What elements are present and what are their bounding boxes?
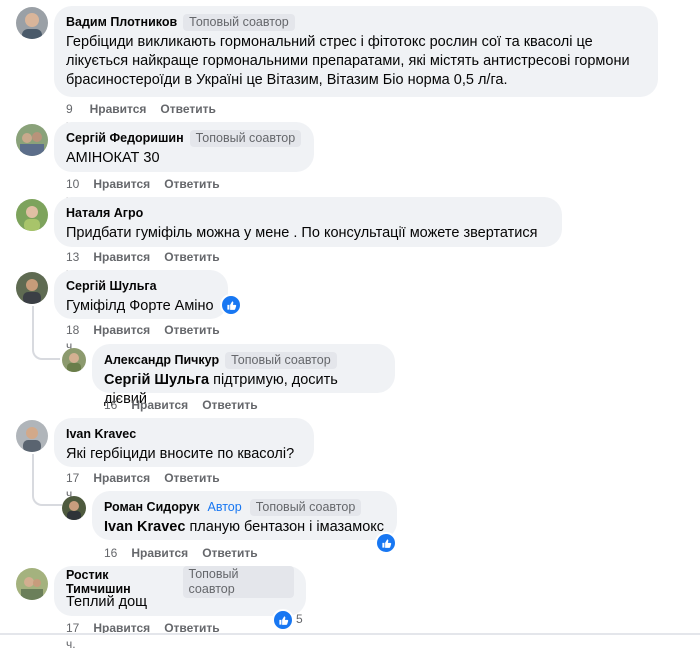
author-name[interactable]: Наталя Агро: [66, 206, 143, 220]
comment-bubble: Александр Пичкур Топовый соавтор Сергій …: [92, 344, 395, 407]
author-name[interactable]: Вадим Плотников: [66, 15, 177, 29]
comment-text: Ivan Kravec планую бентазон і імазамокс: [104, 519, 385, 535]
avatar[interactable]: [62, 496, 86, 520]
author-name[interactable]: Ростик Тимчишин: [66, 568, 177, 596]
like-button[interactable]: Нравится: [131, 397, 188, 413]
reply-button[interactable]: Ответить: [164, 176, 219, 192]
like-button[interactable]: Нравится: [93, 470, 150, 486]
avatar[interactable]: [16, 420, 48, 452]
like-button[interactable]: Нравится: [131, 545, 188, 561]
comment-text: АМІНОКАТ 30: [66, 150, 160, 166]
avatar[interactable]: [16, 199, 48, 231]
thread-connector: [32, 488, 62, 506]
top-contributor-badge: Топовый соавтор: [183, 13, 295, 31]
like-reaction-icon[interactable]: [375, 532, 397, 554]
like-button[interactable]: Нравится: [93, 322, 150, 338]
mention-link[interactable]: Сергій Шульга: [104, 372, 209, 388]
comment-bubble: Ростик Тимчишин Топовый соавтор Теплий д…: [54, 566, 306, 616]
comment-bubble: Сергій Федоришин Топовый соавтор АМІНОКА…: [54, 122, 314, 172]
reply-button[interactable]: Ответить: [202, 397, 257, 413]
like-button[interactable]: Нравится: [93, 176, 150, 192]
thread-connector: [32, 342, 60, 360]
author-name[interactable]: Ivan Kravec: [66, 427, 136, 441]
top-contributor-badge: Топовый соавтор: [182, 566, 294, 598]
reply-button[interactable]: Ответить: [202, 545, 257, 561]
avatar[interactable]: [16, 7, 48, 39]
comment-bubble: Вадим Плотников Топовый соавтор Гербіцид…: [54, 6, 658, 97]
avatar[interactable]: [16, 124, 48, 156]
timestamp[interactable]: 17 ч.: [66, 470, 79, 501]
author-name[interactable]: Сергій Федоришин: [66, 131, 184, 145]
comment-bubble: Наталя Агро Придбати гуміфіль можна у ме…: [54, 197, 562, 247]
like-button[interactable]: Нравится: [93, 249, 150, 265]
comment-text: Гербіциди викликають гормональний стрес …: [66, 34, 630, 88]
timestamp[interactable]: 13 ч.: [66, 249, 79, 280]
timestamp[interactable]: 16 ч.: [104, 545, 117, 576]
top-contributor-badge: Топовый соавтор: [189, 129, 302, 147]
mention-link[interactable]: Ivan Kravec: [104, 519, 185, 535]
avatar[interactable]: [16, 568, 48, 600]
timestamp[interactable]: 10 ч.: [66, 176, 79, 207]
like-reaction-icon[interactable]: [272, 609, 294, 631]
comment-text: Придбати гуміфіль можна у мене . По конс…: [66, 225, 538, 241]
comment-text: Які гербіциди вносите по квасолі?: [66, 446, 295, 462]
comment-text: Гуміфілд Форте Аміно: [66, 298, 214, 314]
timestamp[interactable]: 16 ч.: [104, 397, 117, 428]
author-name[interactable]: Александр Пичкур: [104, 353, 219, 367]
avatar[interactable]: [16, 272, 48, 304]
comment-bubble: Ivan Kravec Які гербіциди вносите по ква…: [54, 418, 314, 467]
timestamp[interactable]: 9 ч.: [66, 101, 76, 132]
like-reaction-icon[interactable]: [220, 294, 242, 316]
reply-button[interactable]: Ответить: [164, 470, 219, 486]
reaction-count[interactable]: 5: [296, 612, 303, 626]
timestamp[interactable]: 18 ч.: [66, 322, 79, 353]
author-name[interactable]: Роман Сидорук: [104, 500, 200, 514]
author-name[interactable]: Сергій Шульга: [66, 279, 157, 293]
reply-button[interactable]: Ответить: [164, 249, 219, 265]
reply-button[interactable]: Ответить: [164, 322, 219, 338]
top-contributor-badge: Топовый соавтор: [249, 498, 362, 516]
author-badge: Автор: [207, 499, 242, 514]
comment-bubble: Роман Сидорук Автор Топовый соавтор Ivan…: [92, 491, 397, 540]
top-contributor-badge: Топовый соавтор: [225, 351, 337, 369]
like-button[interactable]: Нравится: [90, 101, 147, 117]
reply-button[interactable]: Ответить: [160, 101, 215, 117]
avatar[interactable]: [62, 348, 86, 372]
comment-bubble: Сергій Шульга Гуміфілд Форте Аміно: [54, 270, 228, 319]
